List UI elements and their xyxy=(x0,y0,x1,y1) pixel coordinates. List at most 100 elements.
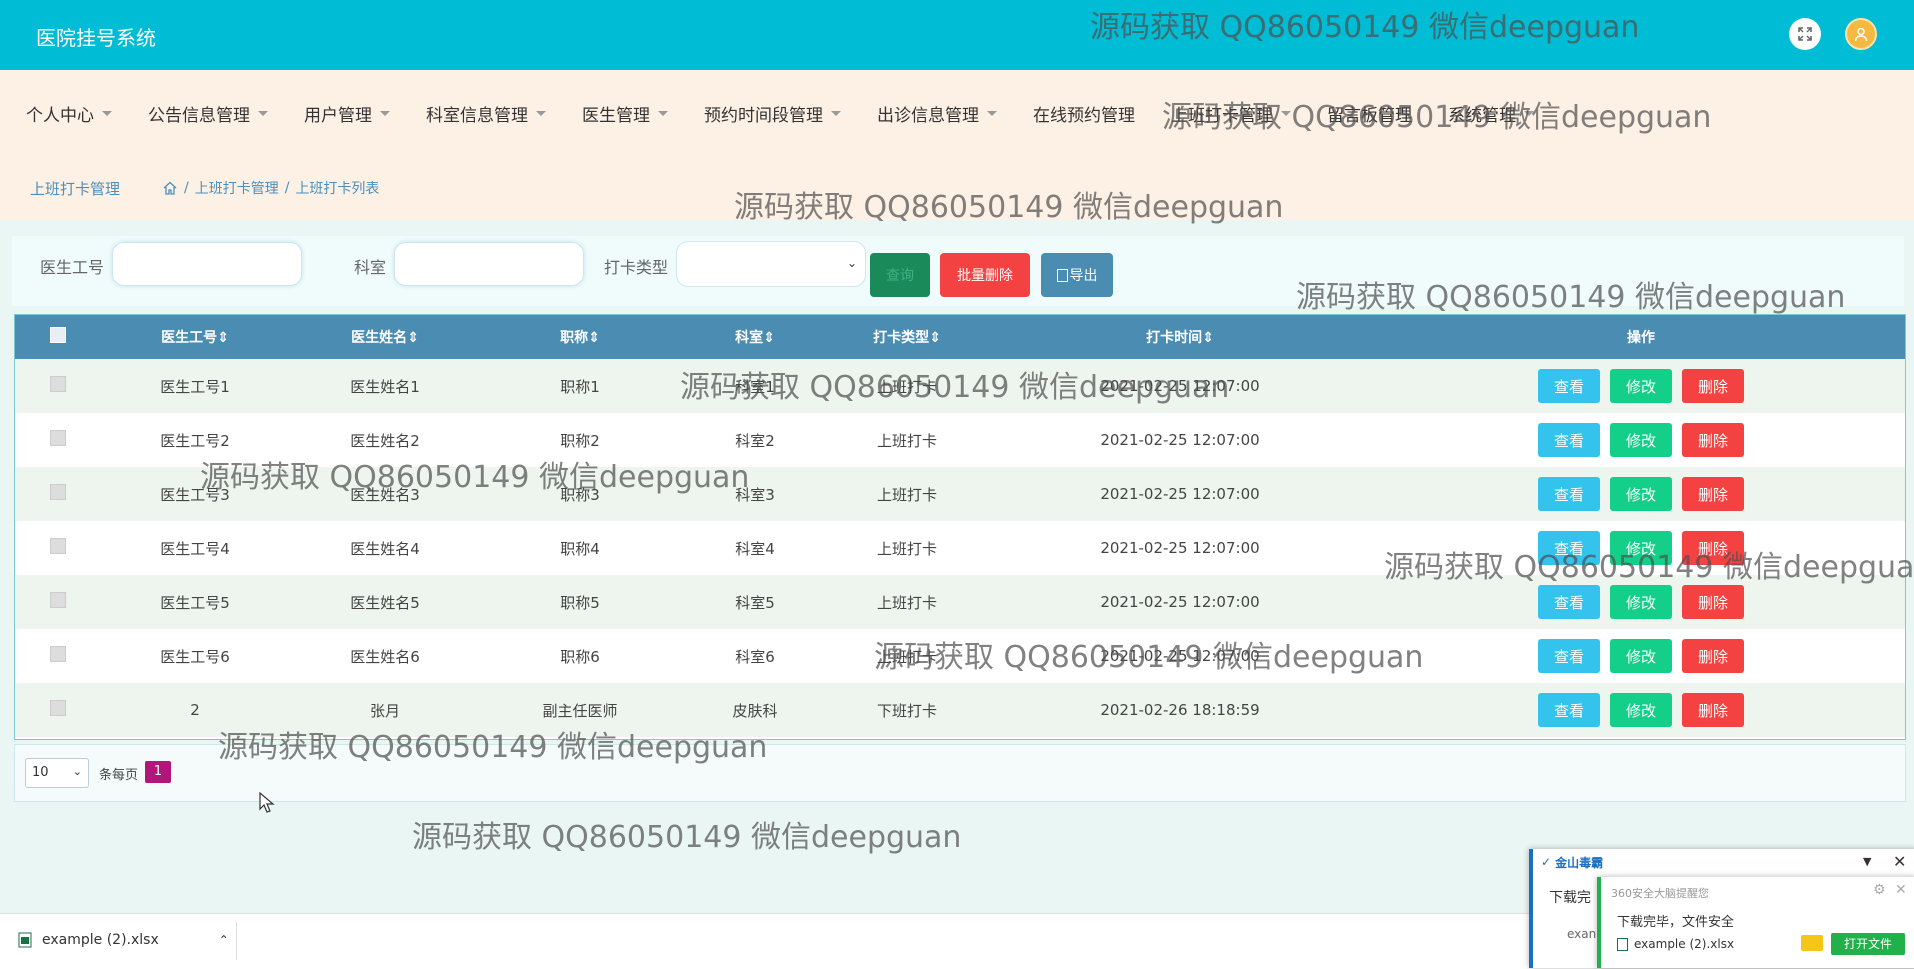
row-checkbox[interactable] xyxy=(50,376,66,392)
home-icon[interactable] xyxy=(162,180,178,196)
edit-button[interactable]: 修改 xyxy=(1610,693,1672,727)
nav-item-announcement[interactable]: 公告信息管理 xyxy=(148,101,268,126)
nav-item-personal-center[interactable]: 个人中心 xyxy=(26,101,112,126)
chevron-up-icon[interactable]: ⌃ xyxy=(219,933,229,947)
nav-item-departments[interactable]: 科室信息管理 xyxy=(426,101,546,126)
cell-clock-time: 2021-02-25 12:07:00 xyxy=(1100,539,1260,557)
nav-item-online-booking[interactable]: 在线预约管理 xyxy=(1033,101,1135,126)
department-label: 科室 xyxy=(354,258,387,277)
watermark-text: 源码获取 QQ86050149 微信deepguan xyxy=(218,730,768,765)
view-button[interactable]: 查看 xyxy=(1538,423,1600,457)
col-department[interactable]: 科室⇕ xyxy=(679,315,831,359)
row-checkbox[interactable] xyxy=(50,538,66,554)
watermark-text: 源码获取 QQ86050149 微信deepguan xyxy=(200,460,750,495)
clock-type-select[interactable]: ⌄ xyxy=(676,241,866,287)
watermark-text: 源码获取 QQ86050149 微信deepguan xyxy=(734,190,1284,225)
view-button[interactable]: 查看 xyxy=(1538,693,1600,727)
open-file-button[interactable]: 打开文件 xyxy=(1831,933,1905,955)
page-size-select[interactable]: 10 ⌄ xyxy=(25,758,89,788)
col-actions: 操作 xyxy=(1627,330,1655,346)
cell-clock-type: 上班打卡 xyxy=(876,431,937,450)
col-title[interactable]: 职称⇕ xyxy=(481,315,679,359)
delete-button[interactable]: 删除 xyxy=(1682,693,1744,727)
cell-clock-time: 2021-02-25 12:07:00 xyxy=(1100,593,1260,611)
watermark-text: 源码获取 QQ86050149 微信deepguan xyxy=(874,640,1424,675)
clock-type-label: 打卡类型 xyxy=(604,258,669,277)
antivirus-title: 金山毒霸 xyxy=(1555,855,1604,870)
edit-button[interactable]: 修改 xyxy=(1610,369,1672,403)
nav-label: 预约时间段管理 xyxy=(704,105,823,126)
export-button[interactable]: 导出 xyxy=(1041,253,1113,297)
sort-icon: ⇕ xyxy=(407,330,419,346)
search-button[interactable]: 查询 xyxy=(870,253,930,297)
folder-icon[interactable] xyxy=(1801,935,1823,951)
notice-title: 360安全大脑提醒您 xyxy=(1611,887,1709,900)
watermark-text: 源码获取 QQ86050149 微信deepguan xyxy=(1090,10,1640,45)
gear-icon[interactable]: ⚙ xyxy=(1873,882,1886,898)
avatar[interactable] xyxy=(1845,18,1877,50)
col-clock-type[interactable]: 打卡类型⇕ xyxy=(831,315,983,359)
cell-clock-time: 2021-02-25 12:07:00 xyxy=(1100,431,1260,449)
doctor-id-input[interactable] xyxy=(112,242,302,286)
row-checkbox[interactable] xyxy=(50,430,66,446)
sort-icon: ⇕ xyxy=(1202,330,1214,346)
delete-button[interactable]: 删除 xyxy=(1682,585,1744,619)
cell-doctor-id: 医生工号6 xyxy=(160,647,230,666)
cell-doctor-name: 医生姓名5 xyxy=(350,593,420,612)
notice-filename: example (2).xlsx xyxy=(1634,937,1735,951)
view-button[interactable]: 查看 xyxy=(1538,639,1600,673)
edit-button[interactable]: 修改 xyxy=(1610,585,1672,619)
col-doctor-id[interactable]: 医生工号⇕ xyxy=(101,315,289,359)
close-icon[interactable]: ✕ xyxy=(1895,882,1907,898)
close-icon[interactable]: ✕ xyxy=(1893,852,1906,871)
department-input[interactable] xyxy=(394,242,584,286)
nav-item-users[interactable]: 用户管理 xyxy=(304,101,390,126)
sort-icon: ⇕ xyxy=(217,330,229,346)
antivirus-partial-text: 下载完 xyxy=(1549,890,1591,906)
col-doctor-name[interactable]: 医生姓名⇕ xyxy=(289,315,481,359)
download-item[interactable]: example (2).xlsx ⌃ xyxy=(18,932,229,948)
watermark-text: 源码获取 QQ86050149 微信deepguan xyxy=(680,370,1230,405)
excel-file-icon xyxy=(18,932,32,948)
edit-button[interactable]: 修改 xyxy=(1610,639,1672,673)
per-page-label: 条每页 xyxy=(99,768,139,783)
view-button[interactable]: 查看 xyxy=(1538,585,1600,619)
caret-down-icon xyxy=(536,110,546,116)
view-button[interactable]: 查看 xyxy=(1538,477,1600,511)
page-number-active[interactable]: 1 xyxy=(145,761,171,783)
delete-button[interactable]: 删除 xyxy=(1682,369,1744,403)
breadcrumb-level1[interactable]: 上班打卡管理 xyxy=(195,178,279,198)
nav-item-visits[interactable]: 出诊信息管理 xyxy=(877,101,997,126)
row-checkbox[interactable] xyxy=(50,700,66,716)
edit-button[interactable]: 修改 xyxy=(1610,477,1672,511)
delete-button[interactable]: 删除 xyxy=(1682,477,1744,511)
notice-file: example (2).xlsx xyxy=(1617,937,1734,951)
select-all-checkbox[interactable] xyxy=(50,327,66,343)
row-checkbox[interactable] xyxy=(50,484,66,500)
nav-label: 科室信息管理 xyxy=(426,105,528,126)
row-checkbox[interactable] xyxy=(50,646,66,662)
view-button[interactable]: 查看 xyxy=(1538,369,1600,403)
fullscreen-icon[interactable] xyxy=(1789,18,1821,50)
nav-item-time-slots[interactable]: 预约时间段管理 xyxy=(704,101,841,126)
batch-delete-button[interactable]: 批量删除 xyxy=(940,253,1030,297)
header-label: 职称 xyxy=(560,330,589,346)
delete-button[interactable]: 删除 xyxy=(1682,639,1744,673)
nav-item-doctors[interactable]: 医生管理 xyxy=(582,101,668,126)
watermark-text: 源码获取 QQ86050149 微信deepguan xyxy=(1296,280,1846,315)
nav-label: 在线预约管理 xyxy=(1033,105,1135,126)
cell-title: 职称5 xyxy=(560,593,600,612)
nav-label: 出诊信息管理 xyxy=(877,105,979,126)
nav-label: 个人中心 xyxy=(26,105,94,126)
page-title: 上班打卡管理 xyxy=(30,180,121,198)
caret-down-icon xyxy=(831,110,841,116)
delete-button[interactable]: 删除 xyxy=(1682,423,1744,457)
menu-icon[interactable]: ▼ xyxy=(1863,855,1871,868)
col-clock-time[interactable]: 打卡时间⇕ xyxy=(983,315,1377,359)
mouse-cursor-icon xyxy=(259,792,275,813)
cell-clock-time: 2021-02-26 18:18:59 xyxy=(1100,701,1260,719)
cell-clock-type: 上班打卡 xyxy=(876,539,937,558)
breadcrumb-sep: / xyxy=(184,180,189,196)
edit-button[interactable]: 修改 xyxy=(1610,423,1672,457)
row-checkbox[interactable] xyxy=(50,592,66,608)
